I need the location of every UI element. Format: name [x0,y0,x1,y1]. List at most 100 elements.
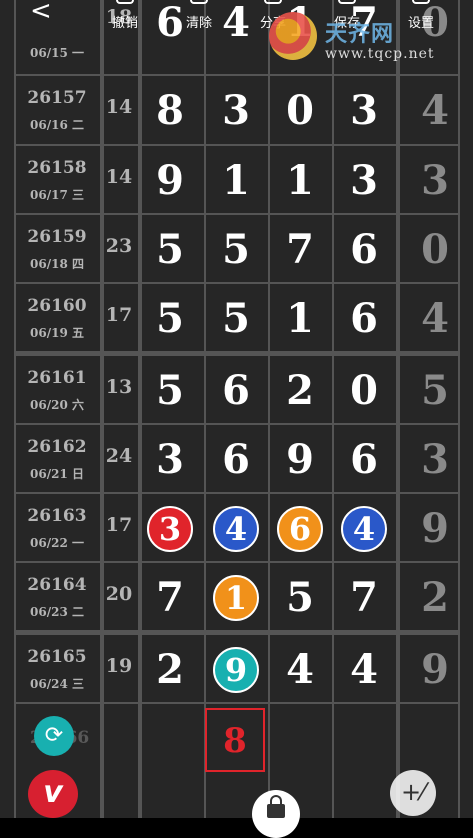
row-issue: 26165 [27,647,87,667]
tail-digit: 4 [421,295,449,342]
row-date: 06/15 一 [30,46,84,60]
digit-cell[interactable]: 5 [204,225,268,275]
undo-icon [116,0,134,4]
digit-cell[interactable]: 0 [332,366,396,416]
row-date: 06/19 五 [30,326,84,340]
row-separator [14,144,458,146]
table-row: 26158 06/17 三 14 9 1 1 3 3 [14,146,458,215]
digit-cell[interactable]: 1 [268,156,332,206]
digit-cell[interactable]: 7 [332,573,396,623]
orange-ball: 6 [277,506,323,552]
teal-ball: 9 [213,647,259,693]
row-separator [14,423,458,425]
settings-label: 设置 [407,16,434,31]
digit-cell[interactable]: 7 [268,225,332,275]
row-span: 17 [105,304,133,326]
digit-cell[interactable]: 5 [138,225,202,275]
row-issue: 26157 [27,88,87,108]
table-row: 26164 06/23 二 20 7 1 5 7 2 [14,563,458,632]
digit-cell[interactable]: 5 [138,294,202,344]
app-logo-button[interactable]: v [28,770,78,818]
digit-cell[interactable]: 5 [268,573,332,623]
prediction-cell[interactable]: 8 [205,708,265,772]
watermark-site-name: 天齐网 [325,22,395,47]
digit-cell[interactable]: 4 [332,645,396,695]
digit-cell[interactable]: 6 [332,294,396,344]
digit-cell[interactable]: 3 [138,506,202,556]
row-span: 24 [105,445,133,467]
refresh-button[interactable]: ⟳ [34,716,74,756]
digit-cell[interactable]: 9 [138,156,202,206]
digit-cell[interactable]: 6 [204,366,268,416]
row-span: 19 [105,655,133,677]
tail-digit: 5 [421,367,449,414]
digit-cell[interactable]: 9 [204,647,268,697]
digit-cell[interactable]: 9 [268,435,332,485]
digit-cell[interactable]: 3 [332,86,396,136]
row-separator [14,74,458,76]
tail-digit: 9 [421,505,449,552]
row-issue: 26163 [27,506,87,526]
row-separator [14,630,458,635]
red-ball: 3 [147,506,193,552]
row-issue: 26159 [27,227,87,247]
digit-cell[interactable]: 4 [332,506,396,556]
undo-button[interactable]: 撤销 [100,0,150,31]
digit-cell[interactable]: 6 [332,225,396,275]
tail-digit: 2 [421,574,449,621]
digit-cell[interactable]: 6 [204,435,268,485]
settings-button[interactable]: 设置 [396,0,446,31]
digit-cell[interactable]: 6 [268,506,332,556]
digit-cell[interactable]: 7 [138,573,202,623]
lock-icon [267,795,285,818]
digit-cell[interactable]: 5 [204,294,268,344]
table-row: 26163 06/22 一 17 3 4 6 4 9 [14,494,458,563]
back-button[interactable]: < [30,0,52,26]
digit-cell[interactable]: 8 [138,86,202,136]
settings-icon [412,0,430,4]
digit-cell[interactable]: 4 [268,645,332,695]
row-span: 14 [105,166,133,188]
digit-cell[interactable]: 2 [268,366,332,416]
grid-line [458,0,460,818]
row-date: 06/18 四 [30,257,84,271]
blue-ball: 4 [213,506,259,552]
draw-line-button[interactable]: +⁄ [390,770,436,816]
table-row: 26162 06/21 日 24 3 6 9 6 3 [14,425,458,494]
watermark-logo-icon [269,12,317,60]
row-issue: 26160 [27,296,87,316]
digit-cell[interactable]: 3 [204,86,268,136]
row-issue: 26161 [27,368,87,388]
row-date: 06/21 日 [30,467,84,481]
clear-button[interactable]: 清除 [174,0,224,31]
table-row: 26160 06/19 五 17 5 5 1 6 4 [14,284,458,353]
row-span: 23 [105,235,133,257]
digit-cell[interactable]: 1 [204,575,268,625]
blue-ball: 4 [341,506,387,552]
row-date: 06/16 二 [30,118,84,132]
lock-button[interactable] [252,790,300,838]
digit-cell[interactable]: 1 [204,156,268,206]
row-issue: 26164 [27,575,87,595]
row-date: 06/20 六 [30,398,84,412]
row-date: 06/22 一 [30,536,84,550]
digit-cell[interactable]: 3 [332,156,396,206]
digit-cell[interactable]: 2 [138,645,202,695]
save-icon [338,0,356,4]
tail-digit: 9 [421,646,449,693]
row-separator [14,282,458,284]
digit-cell[interactable]: 6 [332,435,396,485]
digit-cell[interactable]: 1 [268,294,332,344]
tail-digit: 0 [421,226,449,273]
digit-cell[interactable]: 3 [138,435,202,485]
row-separator [14,213,458,215]
row-issue: 26162 [27,437,87,457]
row-date: 06/24 三 [30,677,84,691]
digit-cell[interactable]: 4 [204,506,268,556]
row-separator [14,702,458,704]
table-row: 26157 06/16 二 14 8 3 0 3 4 [14,76,458,145]
logo-icon: v [43,775,63,810]
digit-cell[interactable]: 5 [138,366,202,416]
table-row: 26161 06/20 六 13 5 6 2 0 5 [14,356,458,425]
digit-cell[interactable]: 0 [268,86,332,136]
